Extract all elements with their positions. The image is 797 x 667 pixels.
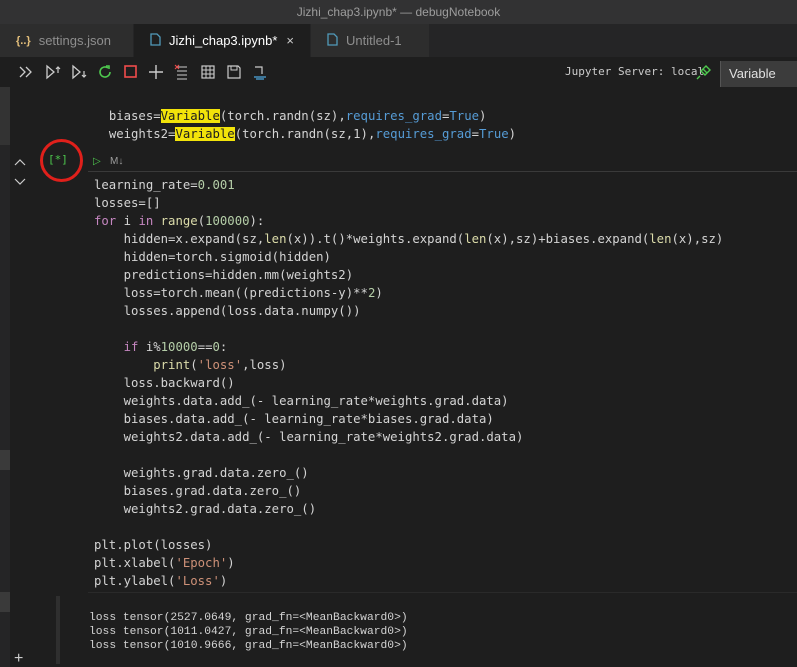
output-line: loss tensor(2527.0649, grad_fn=<MeanBack… (89, 612, 408, 624)
window-title: Jizhi_chap3.ipynb* — debugNotebook (0, 0, 797, 24)
code-line: hidden=torch.sigmoid(hidden) (94, 250, 331, 264)
tab-settings-json[interactable]: {..} settings.json (0, 24, 133, 57)
code-line: biases.data.add_(- learning_rate*biases.… (94, 412, 494, 426)
code-line: losses.append(loss.data.numpy()) (94, 304, 361, 318)
tab-label: settings.json (38, 33, 111, 48)
add-cell-icon[interactable] (147, 63, 165, 81)
code-line: plt.xlabel('Epoch') (94, 556, 235, 570)
output-divider (88, 592, 797, 593)
code-line: plt.ylabel('Loss') (94, 574, 228, 588)
output-bar (56, 596, 60, 664)
close-icon[interactable]: × (286, 33, 294, 48)
interrupt-icon[interactable] (122, 63, 140, 81)
output-line: loss tensor(1011.0427, grad_fn=<MeanBack… (89, 626, 408, 638)
notebook-file-icon (150, 32, 161, 49)
tab-label: Untitled-1 (346, 33, 402, 48)
run-cell-button[interactable]: ▷ (93, 156, 101, 167)
cell-status-bar (0, 87, 10, 145)
code-line: losses=[] (94, 196, 161, 210)
notebook-file-icon (327, 32, 338, 49)
json-file-icon: {..} (16, 34, 31, 47)
code-line: loss=torch.mean((predictions-y)**2) (94, 286, 383, 300)
code-line: print('loss',loss) (153, 358, 287, 372)
run-below-icon[interactable] (70, 63, 88, 81)
export-icon[interactable] (251, 63, 269, 81)
variable-explorer-icon[interactable] (199, 63, 217, 81)
code-line: weights2=Variable(torch.randn(sz,1),requ… (108, 127, 517, 141)
cell-status-bar (0, 450, 10, 470)
cell-gutter (0, 87, 10, 667)
code-line: biases.grad.data.zero_() (94, 484, 302, 498)
code-line: weights.grad.data.zero_() (94, 466, 309, 480)
save-icon[interactable] (225, 63, 243, 81)
run-all-icon[interactable] (18, 63, 36, 81)
restart-kernel-icon[interactable] (96, 63, 114, 81)
code-line: weights.data.add_(- learning_rate*weight… (94, 394, 509, 408)
code-line: learning_rate=0.001 (94, 178, 235, 192)
code-line: plt.plot(losses) (94, 538, 213, 552)
tab-label: Jizhi_chap3.ipynb* (169, 33, 278, 48)
chevron-down-icon[interactable] (14, 175, 26, 189)
annotation-circle (40, 139, 83, 182)
markdown-toggle-button[interactable]: M↓ (110, 156, 123, 167)
code-line: predictions=hidden.mm(weights2) (94, 268, 354, 282)
tab-untitled-1[interactable]: Untitled-1 (311, 24, 429, 57)
tab-jizhi-chap3[interactable]: Jizhi_chap3.ipynb* × (134, 24, 310, 57)
code-line: for i in range(100000): (94, 214, 265, 228)
code-line: weights2.grad.data.zero_() (94, 502, 317, 516)
cell-status-bar (0, 592, 10, 612)
run-above-icon[interactable] (44, 63, 62, 81)
output-line: loss tensor(1010.9666, grad_fn=<MeanBack… (89, 640, 408, 652)
notebook-toolbar: Jupyter Server: local (0, 57, 797, 87)
tab-bar: {..} settings.json Jizhi_chap3.ipynb* × … (0, 24, 797, 57)
variable-button[interactable]: Variable (720, 61, 797, 87)
clear-outputs-icon[interactable] (173, 63, 191, 81)
jupyter-server-label[interactable]: Jupyter Server: local (565, 65, 704, 78)
code-line: loss.backward() (94, 376, 235, 390)
chevron-up-icon[interactable] (14, 155, 26, 169)
code-line: hidden=x.expand(sz,len(x)).t()*weights.e… (94, 232, 724, 246)
add-cell-button[interactable]: + (14, 651, 23, 667)
code-line: if i%10000==0: (123, 340, 228, 354)
plug-icon[interactable] (695, 63, 713, 81)
code-line: weights2.data.add_(- learning_rate*weigh… (94, 430, 524, 444)
